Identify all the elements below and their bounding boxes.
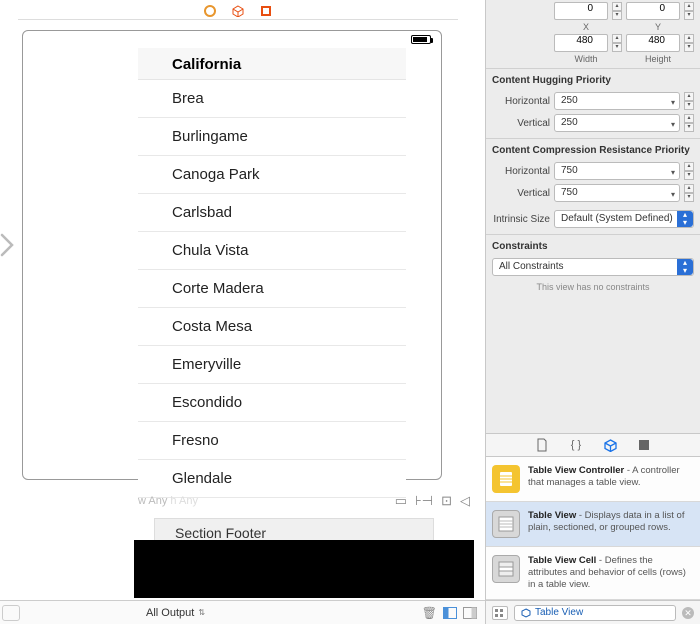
y-stepper[interactable]: ▴▾ xyxy=(684,2,694,20)
y-label: Y xyxy=(622,22,694,32)
intrinsic-combo[interactable]: Default (System Defined)▴▾ xyxy=(554,210,694,228)
debug-bottom-bar: All Output⇅ 🗑 xyxy=(0,600,485,624)
constraints-title: Constraints xyxy=(486,234,700,256)
hug-h-label: Horizontal xyxy=(492,96,550,107)
canvas-area: California Brea Burlingame Canoga Park C… xyxy=(0,0,485,624)
align-icon[interactable]: ⊡ xyxy=(441,493,452,509)
comp-v-stepper[interactable]: ▴▾ xyxy=(684,184,694,202)
view-icon[interactable] xyxy=(260,5,272,17)
height-field[interactable]: 480 xyxy=(626,34,680,52)
table-row[interactable]: Chula Vista xyxy=(138,232,406,270)
table-row[interactable]: Costa Mesa xyxy=(138,308,406,346)
stop-icon[interactable] xyxy=(204,5,216,17)
width-label: Width xyxy=(550,54,622,64)
library-item-tvcell[interactable]: Table View Cell - Defines the attributes… xyxy=(486,547,700,600)
cube-small-icon xyxy=(521,608,531,618)
view-mode-toggle[interactable] xyxy=(492,606,508,620)
media-tab-icon[interactable] xyxy=(637,438,651,452)
hug-v-label: Vertical xyxy=(492,118,550,129)
console-output xyxy=(134,540,474,598)
panel-left-icon[interactable] xyxy=(443,607,457,619)
width-stepper[interactable]: ▴▾ xyxy=(612,34,622,52)
hug-v-combo[interactable]: 250 xyxy=(554,114,680,132)
y-field[interactable]: 0 xyxy=(626,2,680,20)
hug-v-stepper[interactable]: ▴▾ xyxy=(684,114,694,132)
table-row[interactable]: Canoga Park xyxy=(138,156,406,194)
all-output-dropdown[interactable]: All Output⇅ xyxy=(146,607,205,619)
canvas-footer-bar: w Any h Any ▭ ⊦⊣ ⊡ ◁ xyxy=(134,490,474,512)
library-tabs: { } xyxy=(486,433,700,457)
resolve-icon[interactable]: ◁ xyxy=(460,493,470,509)
table-row[interactable]: Burlingame xyxy=(138,118,406,156)
library-item-text: Table View Cell - Defines the attributes… xyxy=(528,555,694,591)
hug-h-stepper[interactable]: ▴▾ xyxy=(684,92,694,110)
comp-v-combo[interactable]: 750 xyxy=(554,184,680,202)
left-segment[interactable] xyxy=(2,605,20,621)
intrinsic-label: Intrinsic Size xyxy=(492,214,550,225)
table-row[interactable]: Fresno xyxy=(138,422,406,460)
battery-icon xyxy=(411,35,431,44)
size-class-label[interactable]: w Any h Any xyxy=(138,495,198,507)
comp-h-label: Horizontal xyxy=(492,166,550,177)
nav-forward-arrow[interactable] xyxy=(0,232,18,256)
hugging-title: Content Hugging Priority xyxy=(486,68,700,90)
trash-icon[interactable]: 🗑 xyxy=(422,606,437,620)
x-label: X xyxy=(550,22,622,32)
clear-search-icon[interactable]: ✕ xyxy=(682,607,694,619)
library-item-tvc[interactable]: Table View Controller - A controller tha… xyxy=(486,457,700,502)
object-tab-icon[interactable] xyxy=(603,438,617,452)
height-label: Height xyxy=(622,54,694,64)
size-icon[interactable]: ▭ xyxy=(395,493,407,509)
comp-h-combo[interactable]: 750 xyxy=(554,162,680,180)
x-field[interactable]: 0 xyxy=(554,2,608,20)
table-view[interactable]: California Brea Burlingame Canoga Park C… xyxy=(138,48,406,498)
panel-right-icon[interactable] xyxy=(463,607,477,619)
library-search-bar: Table View ✕ xyxy=(486,600,700,624)
height-stepper[interactable]: ▴▾ xyxy=(684,34,694,52)
library-item-tv[interactable]: Table View - Displays data in a list of … xyxy=(486,502,700,547)
table-row[interactable]: Brea xyxy=(138,80,406,118)
library-list: Table View Controller - A controller tha… xyxy=(486,457,700,600)
table-row[interactable]: Carlsbad xyxy=(138,194,406,232)
tv-icon xyxy=(492,510,520,538)
table-row[interactable]: Escondido xyxy=(138,384,406,422)
library-search-input[interactable]: Table View xyxy=(514,605,676,621)
table-row[interactable]: Corte Madera xyxy=(138,270,406,308)
file-tab-icon[interactable] xyxy=(535,438,549,452)
hug-h-combo[interactable]: 250 xyxy=(554,92,680,110)
library-item-text: Table View Controller - A controller tha… xyxy=(528,465,694,493)
cube-icon[interactable] xyxy=(232,5,244,17)
constraints-combo[interactable]: All Constraints▴▾ xyxy=(492,258,694,276)
tvc-icon xyxy=(492,465,520,493)
section-header[interactable]: California xyxy=(138,48,406,80)
library-item-text: Table View - Displays data in a list of … xyxy=(528,510,694,538)
tvcell-icon xyxy=(492,555,520,583)
code-tab-icon[interactable]: { } xyxy=(569,438,583,452)
x-stepper[interactable]: ▴▾ xyxy=(612,2,622,20)
inspector-panel: 0 ▴▾ 0 ▴▾ XY 480 ▴▾ 480 ▴▾ WidthHeight C… xyxy=(485,0,700,624)
comp-v-label: Vertical xyxy=(492,188,550,199)
comp-h-stepper[interactable]: ▴▾ xyxy=(684,162,694,180)
canvas-toolbar xyxy=(18,0,458,20)
compression-title: Content Compression Resistance Priority xyxy=(486,138,700,160)
width-field[interactable]: 480 xyxy=(554,34,608,52)
constraints-note: This view has no constraints xyxy=(486,278,700,296)
pin-icon[interactable]: ⊦⊣ xyxy=(415,493,433,509)
table-row[interactable]: Emeryville xyxy=(138,346,406,384)
